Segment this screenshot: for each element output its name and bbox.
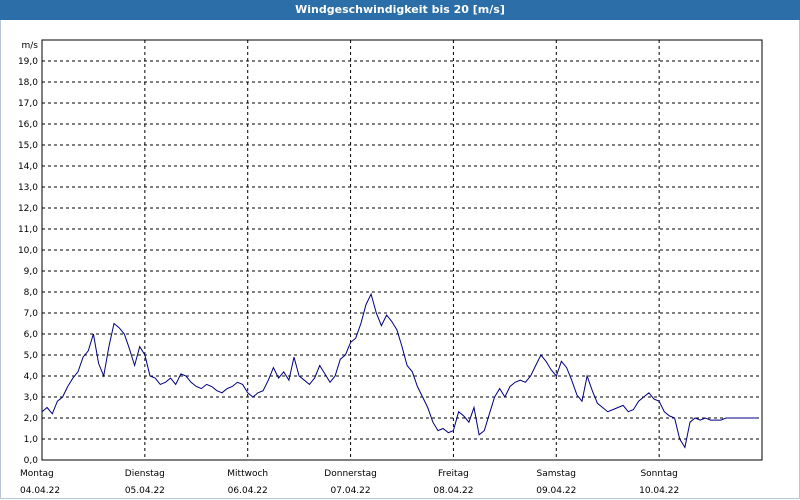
y-tick-label: 16,0 (18, 120, 38, 130)
y-tick-label: 15,0 (18, 141, 38, 151)
x-tick-date: 04.04.22 (20, 486, 60, 496)
y-tick-label: 7,0 (24, 309, 39, 319)
x-tick-date: 09.04.22 (536, 486, 576, 496)
x-tick-day: Samstag (537, 469, 576, 479)
y-tick-label: 19,0 (18, 57, 38, 67)
x-tick-day: Dienstag (125, 469, 165, 479)
x-tick-date: 06.04.22 (228, 486, 268, 496)
y-tick-label: 3,0 (24, 393, 39, 403)
y-tick-label: 11,0 (18, 225, 38, 235)
y-tick-label: 2,0 (24, 414, 39, 424)
x-tick-day: Sonntag (640, 469, 677, 479)
y-tick-label: 1,0 (24, 435, 39, 445)
y-tick-label: 13,0 (18, 183, 38, 193)
x-tick-day: Mittwoch (227, 469, 268, 479)
x-tick-date: 05.04.22 (125, 486, 165, 496)
y-tick-label: 18,0 (18, 78, 38, 88)
y-tick-label: 14,0 (18, 162, 38, 172)
x-tick-date: 08.04.22 (433, 486, 473, 496)
grid (42, 40, 762, 460)
y-tick-label: 9,0 (24, 267, 39, 277)
y-tick-label: 8,0 (24, 288, 39, 298)
series-line (41, 292, 757, 449)
y-tick-label: 12,0 (18, 204, 38, 214)
y-tick-label: 4,0 (24, 372, 39, 382)
x-tick-day: Freitag (438, 469, 469, 479)
y-axis: 0,0 1,0 2,0 3,0 4,0 5,0 6,0 7,0 8,0 9,0 10,0 11,0 12… (18, 57, 38, 466)
y-axis-label: m/s (22, 41, 39, 51)
y-tick-label: 10,0 (18, 246, 38, 256)
x-tick-day: Donnerstag (324, 469, 377, 479)
x-tick-day: Montag (20, 469, 54, 479)
y-tick-label: 5,0 (24, 351, 39, 361)
y-tick-label: 17,0 (18, 99, 38, 109)
wind-speed-chart: 0,0 1,0 2,0 3,0 4,0 5,0 6,0 7,0 8,0 9,0 10,0 11,0 12… (18, 39, 763, 496)
y-tick-label: 0,0 (24, 456, 39, 466)
y-tick-label: 6,0 (24, 330, 39, 340)
x-axis: Montag 04.04.22 Dienstag 05.04.22 Mittwoch 06… (20, 469, 679, 496)
x-tick-date: 07.04.22 (331, 486, 371, 496)
x-tick-date: 10.04.22 (639, 486, 679, 496)
